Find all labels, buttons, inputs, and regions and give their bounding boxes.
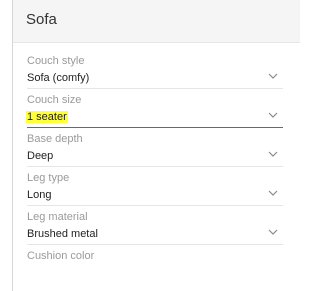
chevron-down-icon[interactable] (267, 148, 279, 160)
leg-material-dropdown[interactable]: Leg material Brushed metal (27, 211, 283, 249)
couch-style-dropdown[interactable]: Couch style Sofa (comfy) (27, 55, 283, 93)
cushion-color-field[interactable]: Cushion color (27, 250, 283, 288)
cushion-color-label: Cushion color (27, 250, 95, 262)
chevron-down-icon[interactable] (267, 226, 279, 238)
chevron-down-icon[interactable] (267, 109, 279, 121)
couch-size-label: Couch size (27, 94, 82, 106)
couch-style-underline (27, 88, 283, 89)
couch-size-underline (27, 127, 283, 128)
couch-style-label: Couch style (27, 55, 85, 67)
leg-type-value: Long (27, 189, 52, 201)
leg-type-label: Leg type (27, 172, 70, 184)
leg-material-label: Leg material (27, 211, 88, 223)
panel-header: Sofa (13, 0, 300, 43)
base-depth-dropdown[interactable]: Base depth Deep (27, 133, 283, 171)
couch-style-value: Sofa (comfy) (27, 72, 90, 84)
base-depth-label: Base depth (27, 133, 83, 145)
couch-size-dropdown[interactable]: Couch size 1 seater (26, 94, 283, 132)
chevron-down-icon[interactable] (267, 70, 279, 82)
leg-material-underline (27, 244, 283, 245)
leg-material-value: Brushed metal (27, 228, 98, 240)
configurator-panel: Sofa Couch style Sofa (comfy) Couch size… (12, 0, 300, 291)
chevron-down-icon[interactable] (267, 187, 279, 199)
panel-title: Sofa (26, 11, 57, 28)
base-depth-underline (27, 166, 283, 167)
couch-size-value: 1 seater (26, 111, 68, 123)
base-depth-value: Deep (27, 150, 54, 162)
leg-type-dropdown[interactable]: Leg type Long (27, 172, 283, 210)
leg-type-underline (27, 205, 283, 206)
